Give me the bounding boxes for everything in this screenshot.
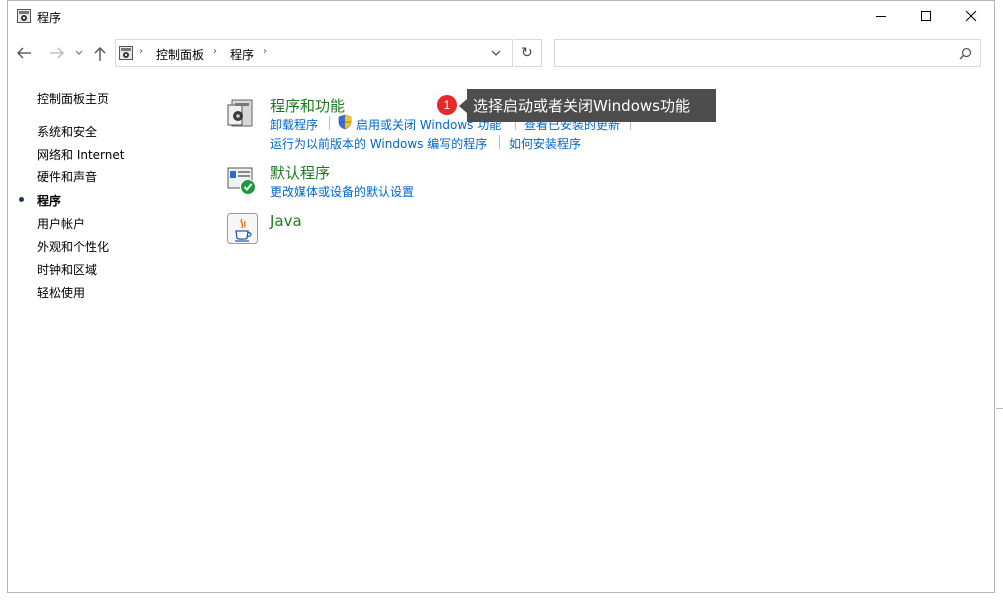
sidebar-item-programs[interactable]: 程序 (37, 192, 61, 209)
sidebar-item-ease-of-access[interactable]: 轻松使用 (37, 284, 85, 301)
arrow-up-icon (93, 46, 107, 62)
breadcrumb-control-panel[interactable]: 控制面板 (156, 46, 204, 63)
close-button[interactable] (948, 1, 994, 31)
sidebar-item-network-internet[interactable]: 网络和 Internet (37, 146, 124, 163)
control-panel-programs-icon (119, 46, 135, 60)
programs-features-icon (226, 95, 260, 129)
edge-divider (996, 408, 1003, 409)
forward-button[interactable] (47, 43, 67, 63)
address-bar[interactable]: › 控制面板 › 程序 › (115, 39, 513, 67)
annotation-callout: 选择启动或者关闭Windows功能 (467, 89, 716, 122)
chevron-down-icon (74, 46, 84, 60)
link-change-media-defaults[interactable]: 更改媒体或设备的默认设置 (270, 183, 414, 200)
minimize-button[interactable] (858, 1, 904, 31)
back-button[interactable] (14, 43, 34, 63)
link-divider (499, 135, 500, 149)
sidebar-item-appearance[interactable]: 外观和个性化 (37, 238, 109, 255)
recent-locations-button[interactable] (72, 43, 92, 63)
up-button[interactable] (91, 43, 111, 63)
category-title[interactable]: 程序和功能 (270, 95, 345, 116)
sidebar-home-link[interactable]: 控制面板主页 (37, 90, 109, 107)
address-dropdown-button[interactable] (490, 47, 502, 62)
search-icon (959, 47, 972, 60)
uac-shield-icon (338, 114, 352, 133)
active-bullet-icon (19, 197, 24, 202)
sidebar-item-hardware-sound[interactable]: 硬件和声音 (37, 168, 97, 185)
arrow-left-icon (16, 46, 32, 60)
sidebar-item-user-accounts[interactable]: 用户帐户 (37, 215, 85, 232)
chevron-down-icon (490, 47, 502, 59)
link-uninstall-program[interactable]: 卸载程序 (270, 116, 318, 133)
category-title[interactable]: Java (270, 212, 302, 230)
link-run-older-programs[interactable]: 运行为以前版本的 Windows 编写的程序 (270, 135, 487, 152)
breadcrumb-separator: › (263, 46, 267, 57)
maximize-button[interactable] (903, 1, 949, 31)
sidebar-item-label: 程序 (37, 194, 61, 208)
annotation-arrow (459, 99, 467, 113)
refresh-button[interactable]: ↻ (514, 39, 542, 67)
sidebar-item-system-security[interactable]: 系统和安全 (37, 123, 97, 140)
breadcrumb-separator: › (139, 46, 143, 57)
navigation-bar: › 控制面板 › 程序 › ↻ (8, 37, 994, 69)
control-panel-programs-icon (17, 9, 31, 23)
arrow-right-icon (49, 46, 65, 60)
link-how-to-install[interactable]: 如何安装程序 (509, 135, 581, 152)
minimize-icon (875, 10, 887, 22)
maximize-icon (920, 10, 932, 22)
breadcrumb-programs[interactable]: 程序 (230, 46, 254, 63)
step-badge: 1 (437, 95, 457, 115)
default-programs-icon (226, 162, 260, 196)
sidebar-item-clock-region[interactable]: 时钟和区域 (37, 261, 97, 278)
title-bar: 程序 (8, 1, 994, 33)
category-title[interactable]: 默认程序 (270, 162, 330, 183)
search-input[interactable] (554, 39, 981, 67)
close-icon (965, 10, 977, 22)
breadcrumb-separator: › (213, 46, 217, 57)
link-divider (329, 116, 330, 130)
window-title: 程序 (37, 9, 61, 26)
java-icon (226, 212, 260, 246)
refresh-icon: ↻ (521, 45, 533, 61)
